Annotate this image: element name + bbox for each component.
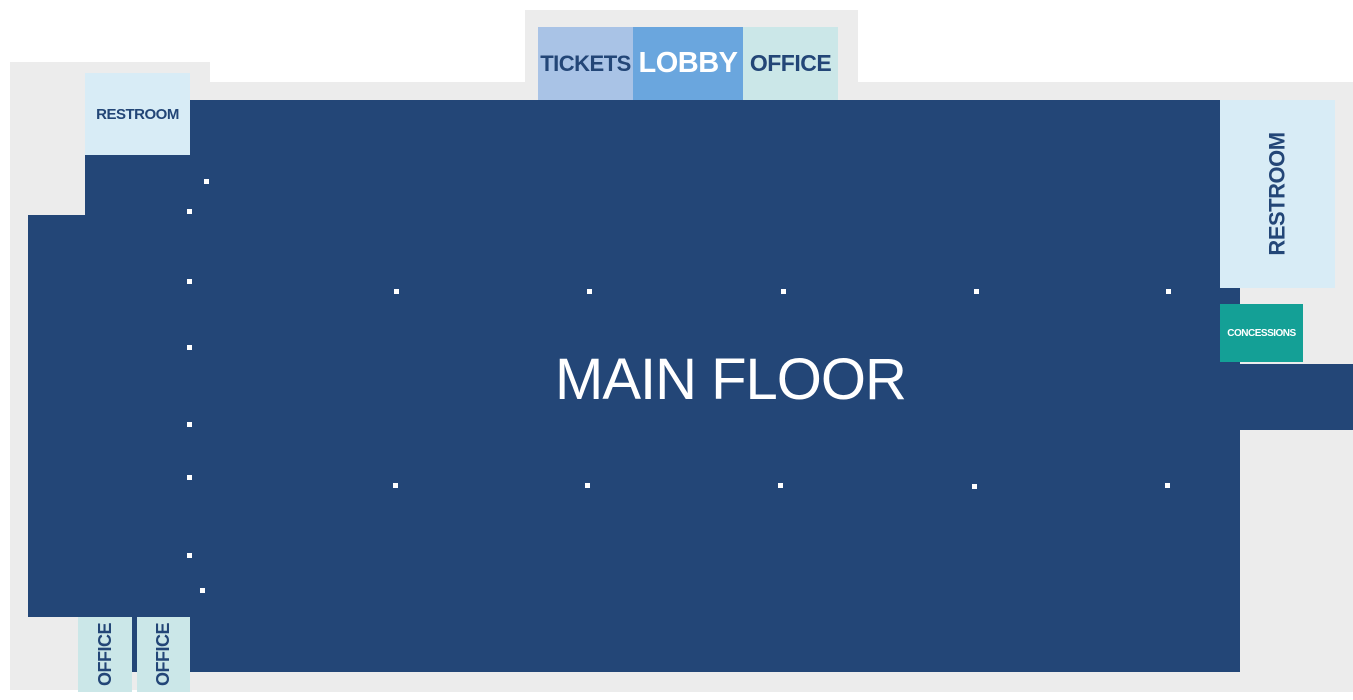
main-floor-east-corridor[interactable] [1220,364,1353,430]
pillar-marker [393,483,398,488]
pillar-marker [187,422,192,427]
restroom-left-room[interactable]: RESTROOM [85,73,190,155]
pillar-marker [587,289,592,294]
office-top-label: OFFICE [749,50,832,76]
pillar-marker [394,289,399,294]
pillar-marker [200,588,205,593]
pillar-marker [187,553,192,558]
floor-plan-map: TICKETS LOBBY OFFICE RESTROOM RESTROOM C… [0,0,1353,700]
lobby-label: LOBBY [638,47,739,79]
main-floor-northwest-corner [85,155,193,217]
pillar-marker [187,279,192,284]
office-bottom-1-room[interactable]: OFFICE [78,617,132,692]
pillar-marker [187,475,192,480]
restroom-left-label: RESTROOM [96,105,179,123]
office-top-room[interactable]: OFFICE [743,27,838,100]
main-floor-label: MAIN FLOOR [555,347,907,412]
pillar-marker [585,483,590,488]
pillar-marker [1165,483,1170,488]
pillar-marker [974,289,979,294]
office-bottom-1-label: OFFICE [94,623,115,686]
concessions-room[interactable]: CONCESSIONS [1220,304,1303,362]
office-bottom-2-label: OFFICE [153,623,173,686]
pillar-marker [187,209,192,214]
pillar-marker [204,179,209,184]
main-floor-west-wing[interactable] [28,215,193,617]
concessions-label: CONCESSIONS [1227,327,1296,339]
pillar-marker [187,345,192,350]
pillar-marker [972,484,977,489]
restroom-right-label: RESTROOM [1264,132,1290,256]
lobby-room[interactable]: LOBBY [633,27,743,100]
restroom-right-room[interactable]: RESTROOM [1220,100,1335,288]
office-bottom-2-room[interactable]: OFFICE [137,617,190,692]
pillar-marker [1166,289,1171,294]
tickets-room[interactable]: TICKETS [538,27,633,100]
pillar-marker [778,483,783,488]
pillar-marker [781,289,786,294]
tickets-label: TICKETS [540,50,631,76]
